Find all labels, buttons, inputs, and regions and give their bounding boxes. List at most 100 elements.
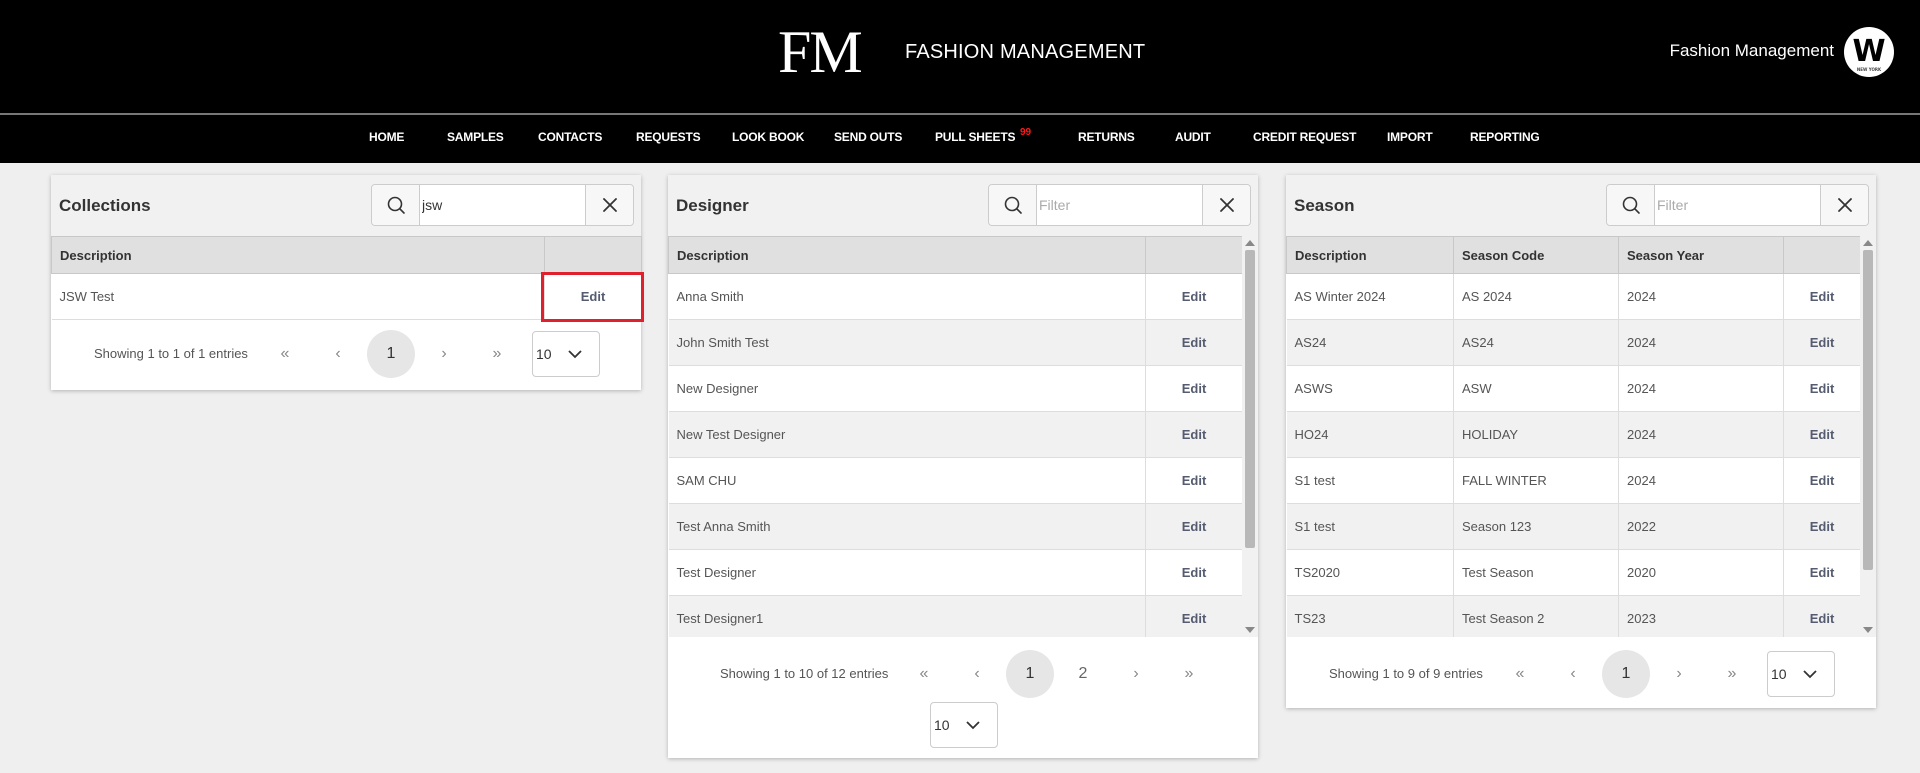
nav-requests[interactable]: REQUESTS <box>636 130 701 144</box>
scroll-thumb[interactable] <box>1245 250 1255 548</box>
account-name[interactable]: Fashion Management <box>1670 41 1834 61</box>
season-scrollbar[interactable] <box>1860 236 1876 637</box>
next-page-button[interactable]: › <box>420 330 468 378</box>
designer-page-size-select[interactable]: 10 <box>930 702 998 748</box>
table-row: HO24 HOLIDAY 2024 Edit <box>1286 411 1860 458</box>
cell-description: S1 test <box>1286 457 1454 504</box>
scroll-up-arrow[interactable] <box>1863 240 1873 246</box>
edit-button[interactable]: Edit <box>1145 273 1242 320</box>
chevron-left-icon: ‹ <box>335 345 341 362</box>
edit-button[interactable]: Edit <box>1783 549 1860 596</box>
season-clear-button[interactable] <box>1820 185 1868 225</box>
edit-button[interactable]: Edit <box>1145 411 1242 458</box>
column-header-description[interactable]: Description <box>51 236 545 274</box>
page-1-button[interactable]: 1 <box>367 330 415 378</box>
nav-pull-sheets[interactable]: PULL SHEETS <box>935 130 1015 144</box>
scroll-down-arrow[interactable] <box>1863 627 1873 633</box>
next-page-button[interactable]: › <box>1112 650 1160 698</box>
edit-button[interactable]: Edit <box>1783 319 1860 366</box>
double-chevron-right-icon: » <box>1727 665 1737 682</box>
edit-button[interactable]: Edit <box>1145 549 1242 596</box>
designer-header: Designer <box>668 175 1258 236</box>
table-row: S1 test Season 123 2022 Edit <box>1286 503 1860 550</box>
nav-samples[interactable]: SAMPLES <box>447 130 504 144</box>
chevron-right-icon: › <box>1133 665 1139 682</box>
page-1-button[interactable]: 1 <box>1006 650 1054 698</box>
table-row: TS2020 Test Season 2020 Edit <box>1286 549 1860 596</box>
cell-season-code: AS24 <box>1453 319 1619 366</box>
table-row: SAM CHU Edit <box>668 457 1242 504</box>
table-row: S1 test FALL WINTER 2024 Edit <box>1286 457 1860 504</box>
collections-header-row: Description <box>51 236 642 274</box>
edit-button[interactable]: Edit <box>1783 365 1860 412</box>
edit-button[interactable]: Edit <box>1145 503 1242 550</box>
nav-returns[interactable]: RETURNS <box>1078 130 1135 144</box>
collections-title: Collections <box>59 196 151 215</box>
last-page-button[interactable]: » <box>1165 650 1213 698</box>
table-row: Test Designer1 Edit <box>668 595 1242 637</box>
page-size-value: 10 <box>934 717 950 733</box>
season-search-button[interactable] <box>1607 185 1655 225</box>
last-page-button[interactable]: » <box>1708 650 1756 698</box>
page-1-button[interactable]: 1 <box>1602 650 1650 698</box>
nav-contacts[interactable]: CONTACTS <box>538 130 602 144</box>
season-header: Season <box>1286 175 1876 236</box>
scroll-down-arrow[interactable] <box>1245 627 1255 633</box>
highlight-box <box>541 272 644 322</box>
collections-search-button[interactable] <box>372 185 420 225</box>
column-header-description[interactable]: Description <box>1286 236 1454 274</box>
column-header-actions <box>1145 236 1242 274</box>
nav-home[interactable]: HOME <box>369 130 404 144</box>
designer-scrollbar[interactable] <box>1242 236 1258 637</box>
table-row: Anna Smith Edit <box>668 273 1242 320</box>
edit-button[interactable]: Edit <box>1145 319 1242 366</box>
edit-button[interactable]: Edit <box>1783 503 1860 550</box>
pull-sheets-badge: 99 <box>1020 127 1032 138</box>
collections-clear-button[interactable] <box>585 185 633 225</box>
designer-clear-button[interactable] <box>1202 185 1250 225</box>
designer-search-input[interactable] <box>1037 185 1202 225</box>
nav-import[interactable]: IMPORT <box>1387 130 1433 144</box>
cell-description: AS Winter 2024 <box>1286 273 1454 320</box>
prev-page-button[interactable]: ‹ <box>953 650 1001 698</box>
brand-logo[interactable]: FM <box>778 20 863 84</box>
user-avatar[interactable]: W NEW YORK <box>1844 27 1894 77</box>
prev-page-button[interactable]: ‹ <box>314 330 362 378</box>
nav-look-book[interactable]: LOOK BOOK <box>732 130 804 144</box>
last-page-button[interactable]: » <box>473 330 521 378</box>
first-page-button[interactable]: « <box>900 650 948 698</box>
avatar-letter: W <box>1852 34 1886 69</box>
season-search-input[interactable] <box>1655 185 1820 225</box>
cell-season-year: 2024 <box>1618 365 1784 412</box>
collections-pager-info: Showing 1 to 1 of 1 entries <box>94 346 248 361</box>
cell-description: ASWS <box>1286 365 1454 412</box>
next-page-button[interactable]: › <box>1655 650 1703 698</box>
nav-send-outs[interactable]: SEND OUTS <box>834 130 902 144</box>
edit-button[interactable]: Edit <box>1783 273 1860 320</box>
first-page-button[interactable]: « <box>1496 650 1544 698</box>
edit-button[interactable]: Edit <box>1145 365 1242 412</box>
nav-audit[interactable]: AUDIT <box>1175 130 1211 144</box>
nav-credit-request[interactable]: CREDIT REQUEST <box>1253 130 1356 144</box>
edit-button[interactable]: Edit <box>1783 411 1860 458</box>
scroll-thumb[interactable] <box>1863 250 1873 570</box>
designer-search-button[interactable] <box>989 185 1037 225</box>
close-icon <box>1220 198 1234 212</box>
nav-reporting[interactable]: REPORTING <box>1470 130 1540 144</box>
cell-season-code: Season 123 <box>1453 503 1619 550</box>
column-header-description[interactable]: Description <box>668 236 1146 274</box>
prev-page-button[interactable]: ‹ <box>1549 650 1597 698</box>
column-header-season-code[interactable]: Season Code <box>1453 236 1619 274</box>
season-page-size-select[interactable]: 10 <box>1767 651 1835 697</box>
edit-button[interactable]: Edit <box>1145 595 1242 637</box>
edit-button[interactable]: Edit <box>1783 595 1860 637</box>
edit-button[interactable]: Edit <box>1783 457 1860 504</box>
scroll-up-arrow[interactable] <box>1245 240 1255 246</box>
collections-search-input[interactable] <box>420 185 585 225</box>
first-page-button[interactable]: « <box>261 330 309 378</box>
column-header-season-year[interactable]: Season Year <box>1618 236 1784 274</box>
edit-button[interactable]: Edit <box>1145 457 1242 504</box>
cell-description: SAM CHU <box>668 457 1146 504</box>
collections-page-size-select[interactable]: 10 <box>532 331 600 377</box>
page-2-button[interactable]: 2 <box>1059 650 1107 698</box>
